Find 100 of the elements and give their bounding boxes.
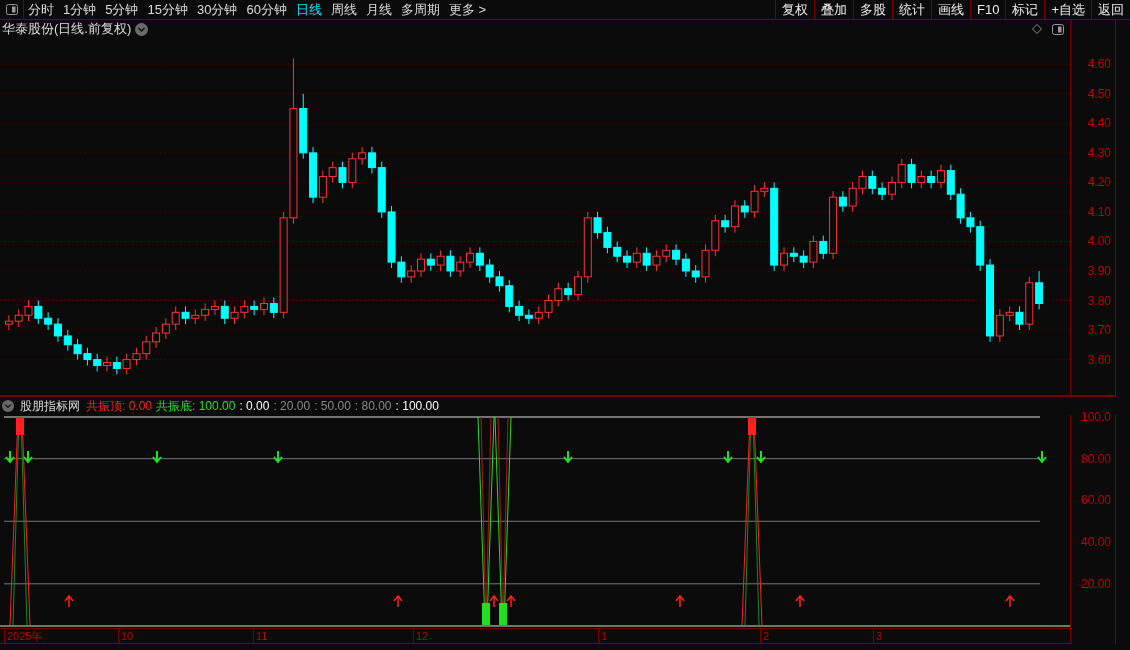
up-arrow-icon [1005, 594, 1015, 608]
period-tab[interactable]: 月线 [365, 0, 392, 20]
date-label: 10 [118, 629, 134, 643]
candlestick [897, 158, 906, 189]
indicator-tick: 60.00 [1080, 494, 1111, 507]
date-label: 12 [413, 629, 429, 643]
candlestick [730, 199, 739, 234]
price-tick: 3.70 [1087, 324, 1111, 337]
candlestick [318, 170, 327, 204]
candlestick [936, 164, 945, 189]
up-arrow-icon [675, 594, 685, 608]
legend-value: 共振顶: 0.00 [86, 398, 153, 415]
dropdown-icon[interactable] [2, 400, 14, 412]
candlestick [358, 146, 367, 166]
toolbar-button[interactable]: 画线 [931, 0, 970, 19]
candlestick [907, 158, 916, 189]
period-tab[interactable]: 多周期 [400, 0, 440, 20]
candlestick [632, 246, 641, 269]
candlestick [809, 235, 818, 269]
candlestick [446, 249, 455, 278]
candlestick [515, 300, 524, 322]
candlestick [819, 235, 828, 260]
up-arrow-icon [506, 594, 516, 608]
down-arrow-icon [723, 450, 733, 464]
indicator-tick: 80.00 [1080, 452, 1111, 465]
down-arrow-icon [23, 450, 33, 464]
signal-bar [482, 603, 490, 625]
candlestick [367, 146, 376, 175]
candlestick [4, 314, 13, 331]
period-tab[interactable]: 分时 [28, 0, 54, 20]
candlestick [260, 297, 268, 316]
candlestick [780, 246, 788, 272]
price-tick: 4.00 [1087, 235, 1111, 248]
candlestick [672, 243, 681, 266]
signal-bar [499, 603, 507, 625]
candlestick [338, 161, 347, 189]
down-arrow-icon [756, 450, 766, 464]
candlestick [53, 317, 62, 343]
candlestick [1035, 270, 1044, 310]
candlestick [171, 305, 180, 331]
candlestick [269, 297, 278, 319]
candlestick [623, 249, 632, 269]
down-arrow-icon [152, 450, 162, 464]
candlestick [152, 326, 161, 349]
toolbar-button[interactable]: 叠加 [814, 0, 853, 19]
down-arrow-icon [1037, 450, 1047, 464]
up-arrow-icon [64, 594, 74, 608]
up-arrow-icon [489, 594, 499, 608]
candlestick [34, 300, 43, 325]
toolbar-button[interactable]: F10 [970, 0, 1006, 19]
candlestick [103, 356, 112, 372]
indicator-tick: 100.0 [1080, 411, 1111, 423]
period-tab[interactable]: 更多 > [448, 0, 487, 20]
legend-value: : 20.00 [273, 398, 311, 415]
down-arrow-icon [563, 450, 573, 464]
price-tick: 4.20 [1087, 176, 1111, 189]
indicator-tick: 20.00 [1080, 577, 1111, 590]
candlestick [721, 214, 730, 234]
period-tab[interactable]: 15分钟 [147, 0, 188, 20]
toolbar-button[interactable]: 多股 [853, 0, 892, 19]
toolbar-button[interactable]: 返回 [1091, 0, 1130, 19]
period-tab[interactable]: 日线 [295, 0, 322, 20]
candlestick [456, 255, 465, 278]
period-tab[interactable]: 30分钟 [196, 0, 238, 20]
candlestick [1015, 305, 1024, 331]
toolbar-button[interactable]: 统计 [892, 0, 931, 19]
candlestick [838, 190, 847, 213]
toolbar-button[interactable]: +自选 [1044, 0, 1091, 19]
toolbar-button[interactable]: 标记 [1005, 0, 1045, 19]
date-label: 11 [253, 629, 268, 643]
period-tab[interactable]: 60分钟 [246, 0, 287, 20]
panel-toggle-icon[interactable] [5, 4, 18, 15]
dropdown-icon[interactable] [135, 22, 149, 36]
legend-value: : 80.00 [354, 398, 392, 415]
signal-bar [748, 417, 756, 435]
panel-toggle-icon[interactable] [1052, 23, 1064, 35]
candlestick [220, 300, 229, 325]
candlestick [161, 317, 170, 340]
candlestick [887, 176, 896, 201]
candlestick [642, 246, 651, 272]
candlestick [201, 302, 210, 322]
indicator-tick: 40.00 [1080, 536, 1111, 549]
candlestick [416, 252, 425, 278]
price-tick: 4.40 [1087, 117, 1111, 130]
period-tab[interactable]: 周线 [330, 0, 357, 20]
price-tick: 4.10 [1087, 205, 1111, 218]
candlestick [348, 152, 357, 189]
date-label: 1 [598, 629, 608, 643]
period-tab[interactable]: 1分钟 [63, 0, 97, 20]
date-label: 2 [760, 629, 770, 643]
price-tick: 4.30 [1087, 146, 1111, 159]
candlestick [878, 181, 887, 201]
candlestick [436, 249, 445, 272]
period-tab[interactable]: 5分钟 [105, 0, 139, 20]
toolbar-button[interactable]: 复权 [775, 0, 814, 19]
up-arrow-icon [795, 594, 805, 608]
candlestick [995, 308, 1004, 343]
date-label: 3 [873, 629, 883, 643]
diamond-icon[interactable] [1032, 24, 1042, 34]
price-tick: 4.50 [1087, 87, 1111, 100]
